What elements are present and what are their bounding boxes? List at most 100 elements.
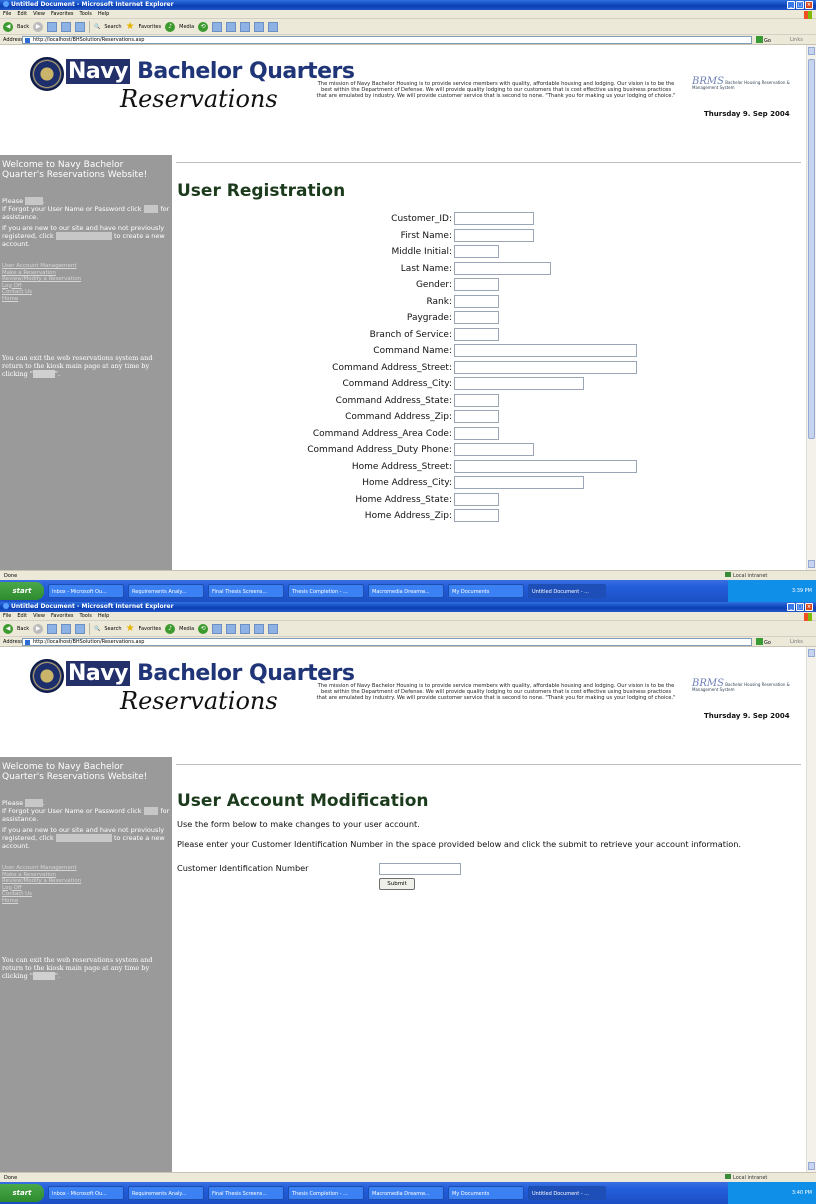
window-titlebar[interactable]: Untitled Document - Microsoft Internet E… xyxy=(0,602,816,612)
forgot-password-link[interactable]: here xyxy=(143,807,159,815)
stop-icon[interactable] xyxy=(47,623,58,634)
search-icon[interactable]: 🔍 xyxy=(94,24,100,30)
minimize-button[interactable]: _ xyxy=(787,603,795,611)
home-icon[interactable] xyxy=(75,623,86,634)
scroll-up-arrow[interactable] xyxy=(808,47,815,55)
task-inbox[interactable]: Inbox - Microsoft Ou... xyxy=(48,584,124,598)
text-field[interactable] xyxy=(454,261,551,275)
history-icon[interactable]: ⟲ xyxy=(198,623,209,634)
links-button[interactable]: Links xyxy=(790,35,803,45)
text-field[interactable] xyxy=(454,360,637,374)
print-icon[interactable] xyxy=(226,623,237,634)
menu-edit[interactable]: Edit xyxy=(17,613,27,619)
folder-icon[interactable] xyxy=(254,623,265,634)
window-titlebar[interactable]: Untitled Document - Microsoft Internet E… xyxy=(0,0,816,10)
scrollbar-thumb[interactable] xyxy=(808,59,815,439)
menu-help[interactable]: Help xyxy=(98,11,109,17)
media-icon[interactable]: ♪ xyxy=(165,21,176,32)
maximize-button[interactable]: □ xyxy=(796,1,804,9)
search-icon[interactable]: 🔍 xyxy=(94,626,100,632)
menu-edit[interactable]: Edit xyxy=(17,11,27,17)
user-registration-link[interactable]: User Registration xyxy=(55,232,112,240)
menu-tools[interactable]: Tools xyxy=(80,613,92,619)
task-my-documents[interactable]: My Documents xyxy=(448,584,524,598)
text-field[interactable] xyxy=(454,410,499,423)
task-my-documents[interactable]: My Documents xyxy=(448,1186,524,1200)
text-field[interactable] xyxy=(454,377,584,390)
start-button[interactable]: start xyxy=(0,582,44,600)
customer-id-input[interactable] xyxy=(379,863,461,875)
text-field[interactable] xyxy=(454,278,499,291)
refresh-icon[interactable] xyxy=(61,623,72,634)
search-button-label[interactable]: Search xyxy=(104,626,121,632)
menu-file[interactable]: File xyxy=(3,613,11,619)
vertical-scrollbar[interactable] xyxy=(806,45,816,570)
home-icon[interactable] xyxy=(75,21,86,32)
folder-icon[interactable] xyxy=(254,21,265,32)
close-button[interactable]: × xyxy=(805,1,813,9)
task-inbox[interactable]: Inbox - Microsoft Ou... xyxy=(48,1186,124,1200)
address-input[interactable]: http://localhost/BHSolution/Reservations… xyxy=(22,36,752,44)
menu-help[interactable]: Help xyxy=(98,613,109,619)
favorites-button-label[interactable]: Favorites xyxy=(139,626,162,632)
favorites-icon[interactable]: ★ xyxy=(126,21,135,32)
vertical-scrollbar[interactable] xyxy=(806,647,816,1172)
back-icon[interactable]: ◀ xyxy=(3,21,13,32)
mail-icon[interactable] xyxy=(212,21,223,32)
forgot-password-link[interactable]: here xyxy=(143,205,159,213)
maximize-button[interactable]: □ xyxy=(796,603,804,611)
messenger-icon[interactable] xyxy=(268,623,279,634)
task-requirements[interactable]: Requirements Analy... xyxy=(128,584,204,598)
nav-home[interactable]: Home xyxy=(2,296,122,303)
favorites-icon[interactable]: ★ xyxy=(126,623,135,634)
task-dreamweaver[interactable]: Macromedia Dreamw... xyxy=(368,1186,444,1200)
address-input[interactable]: http://localhost/BHSolution/Reservations… xyxy=(22,638,752,646)
scroll-down-arrow[interactable] xyxy=(808,560,815,568)
text-field[interactable] xyxy=(454,294,499,308)
forward-icon[interactable]: ▶ xyxy=(33,21,44,32)
edit-icon[interactable] xyxy=(240,21,251,32)
search-button-label[interactable]: Search xyxy=(104,24,121,30)
back-button-label[interactable]: Back xyxy=(17,626,29,632)
text-field[interactable] xyxy=(454,492,499,506)
login-link[interactable]: Login xyxy=(25,197,43,205)
scroll-down-arrow[interactable] xyxy=(808,1162,815,1170)
menu-favorites[interactable]: Favorites xyxy=(51,613,74,619)
menu-view[interactable]: View xyxy=(33,613,45,619)
media-button-label[interactable]: Media xyxy=(179,24,194,30)
menu-file[interactable]: File xyxy=(3,11,11,17)
text-field[interactable] xyxy=(454,443,534,456)
print-icon[interactable] xyxy=(226,21,237,32)
close-button[interactable]: × xyxy=(805,603,813,611)
messenger-icon[interactable] xyxy=(268,21,279,32)
login-link[interactable]: Login xyxy=(25,799,43,807)
menu-view[interactable]: View xyxy=(33,11,45,17)
minimize-button[interactable]: _ xyxy=(787,1,795,9)
text-field[interactable] xyxy=(454,228,534,242)
stop-icon[interactable] xyxy=(47,21,58,32)
text-field[interactable] xyxy=(454,509,499,522)
favorites-button-label[interactable]: Favorites xyxy=(139,24,162,30)
forward-icon[interactable]: ▶ xyxy=(33,623,44,634)
nav-home[interactable]: Home xyxy=(2,898,122,905)
text-field[interactable] xyxy=(454,393,499,407)
text-field[interactable] xyxy=(454,459,637,473)
edit-icon[interactable] xyxy=(240,623,251,634)
text-field[interactable] xyxy=(454,327,499,341)
menu-tools[interactable]: Tools xyxy=(80,11,92,17)
task-thesis-completion[interactable]: Thesis Completion - ... xyxy=(288,1186,364,1200)
task-untitled-document[interactable]: Untitled Document - ... xyxy=(528,1186,606,1200)
kiosk-link[interactable]: KIOSK xyxy=(32,370,55,378)
user-registration-link[interactable]: User Registration xyxy=(55,834,112,842)
start-button[interactable]: start xyxy=(0,1184,44,1202)
text-field[interactable] xyxy=(454,426,499,440)
task-thesis-completion[interactable]: Thesis Completion - ... xyxy=(288,584,364,598)
refresh-icon[interactable] xyxy=(61,21,72,32)
text-field[interactable] xyxy=(454,311,499,324)
task-requirements[interactable]: Requirements Analy... xyxy=(128,1186,204,1200)
text-field[interactable] xyxy=(454,476,584,489)
media-button-label[interactable]: Media xyxy=(179,626,194,632)
back-icon[interactable]: ◀ xyxy=(3,623,13,634)
kiosk-link[interactable]: KIOSK xyxy=(32,972,55,980)
text-field[interactable] xyxy=(454,344,637,357)
